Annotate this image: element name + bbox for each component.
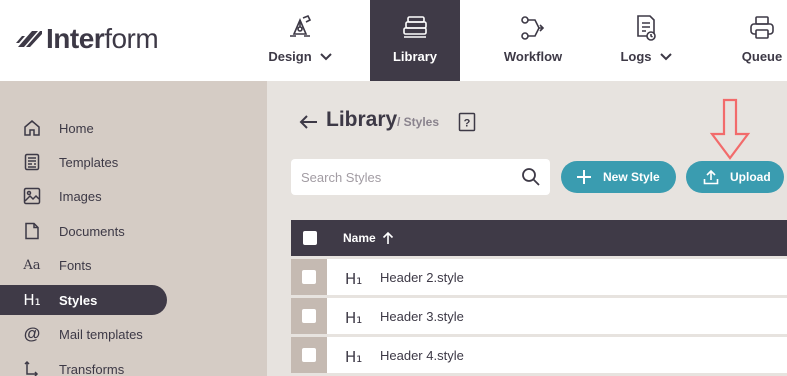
annotation-arrow-icon xyxy=(708,98,752,162)
style-file-name[interactable]: Header 4.style xyxy=(380,348,464,363)
nav-queue-label: Queue xyxy=(741,49,783,64)
pen-nib-icon xyxy=(286,14,314,42)
sidebar-item-documents[interactable]: Documents xyxy=(0,216,167,246)
sidebar-item-label: Images xyxy=(59,188,102,204)
log-document-icon xyxy=(634,14,658,42)
logo-mark-icon xyxy=(16,31,42,47)
row-checkbox[interactable] xyxy=(302,348,316,362)
sidebar-item-label: Home xyxy=(59,120,94,136)
table-header: Name xyxy=(291,220,787,256)
template-icon xyxy=(22,152,42,172)
sidebar-item-home[interactable]: Home xyxy=(0,113,167,143)
search-input[interactable] xyxy=(291,159,516,195)
sidebar-item-label: Fonts xyxy=(59,257,92,273)
sidebar-item-label: Documents xyxy=(59,223,125,239)
new-style-button[interactable]: New Style xyxy=(561,161,676,193)
heading-icon: H₁ xyxy=(345,348,363,366)
nav-design[interactable]: Design xyxy=(258,0,342,81)
library-stack-icon xyxy=(400,14,430,42)
sidebar-item-templates[interactable]: Templates xyxy=(0,147,167,177)
table-row[interactable]: H₁ Header 4.style xyxy=(291,337,787,373)
table-row[interactable]: H₁ Header 3.style xyxy=(291,298,787,334)
upload-button[interactable]: Upload xyxy=(686,161,784,193)
printer-icon xyxy=(748,14,776,42)
row-checkbox[interactable] xyxy=(302,309,316,323)
nav-workflow[interactable]: Workflow xyxy=(494,0,572,81)
column-header-name[interactable]: Name xyxy=(343,231,394,245)
upload-label: Upload xyxy=(730,170,771,184)
style-file-name[interactable]: Header 3.style xyxy=(380,309,464,324)
sidebar-item-images[interactable]: Images xyxy=(0,181,167,211)
heading-icon: H₁ xyxy=(345,309,363,327)
transform-icon xyxy=(22,359,42,376)
home-icon xyxy=(22,118,42,138)
interform-logo[interactable]: Interform xyxy=(16,23,159,54)
workflow-icon xyxy=(519,14,547,42)
nav-library[interactable]: Library xyxy=(370,0,460,81)
help-icon[interactable]: ? xyxy=(458,112,476,132)
sidebar-item-fonts[interactable]: Aa Fonts xyxy=(0,250,167,280)
style-file-name[interactable]: Header 2.style xyxy=(380,270,464,285)
heading-icon: H₁ xyxy=(345,270,363,288)
nav-logs-label: Logs xyxy=(620,49,652,64)
new-style-label: New Style xyxy=(603,170,660,184)
sort-ascending-icon xyxy=(382,231,393,244)
plus-icon xyxy=(575,168,593,186)
sidebar-item-label: Styles xyxy=(59,292,98,308)
nav-design-label: Design xyxy=(268,49,312,64)
sidebar-item-mail-templates[interactable]: @ Mail templates xyxy=(0,319,167,349)
search-icon[interactable] xyxy=(521,167,541,187)
table-row[interactable]: H₁ Header 2.style xyxy=(291,259,787,295)
page-title: Library xyxy=(326,108,398,131)
upload-icon xyxy=(702,168,720,186)
column-header-name-label: Name xyxy=(343,231,376,245)
sidebar-item-transforms[interactable]: Transforms xyxy=(0,354,167,376)
breadcrumb: / Styles xyxy=(397,115,440,129)
heading-icon: H₁ xyxy=(23,291,41,309)
at-sign-icon: @ xyxy=(23,324,41,343)
sidebar-item-label: Mail templates xyxy=(59,326,143,342)
brand-wordmark: Interform xyxy=(46,23,159,54)
top-navigation-bar: Interform Design Library Workflow Logs Q… xyxy=(0,0,787,81)
back-arrow-icon[interactable] xyxy=(298,111,320,133)
nav-logs[interactable]: Logs xyxy=(610,0,682,81)
nav-workflow-label: Workflow xyxy=(503,49,563,64)
nav-library-label: Library xyxy=(392,49,438,64)
chevron-down-icon xyxy=(659,52,672,60)
font-icon: Aa xyxy=(23,257,41,273)
row-checkbox[interactable] xyxy=(302,270,316,284)
sidebar-item-label: Templates xyxy=(59,154,119,170)
svg-text:?: ? xyxy=(464,118,471,130)
nav-queue[interactable]: Queue xyxy=(732,0,787,81)
sidebar: Home Templates Images Documents Aa Fonts… xyxy=(0,81,267,376)
sidebar-item-label: Transforms xyxy=(59,361,125,376)
image-icon xyxy=(22,186,42,206)
search-box xyxy=(291,159,550,195)
document-icon xyxy=(22,221,42,241)
select-all-checkbox[interactable] xyxy=(303,231,317,245)
chevron-down-icon xyxy=(319,52,332,60)
sidebar-item-styles[interactable]: H₁ Styles xyxy=(0,285,167,315)
